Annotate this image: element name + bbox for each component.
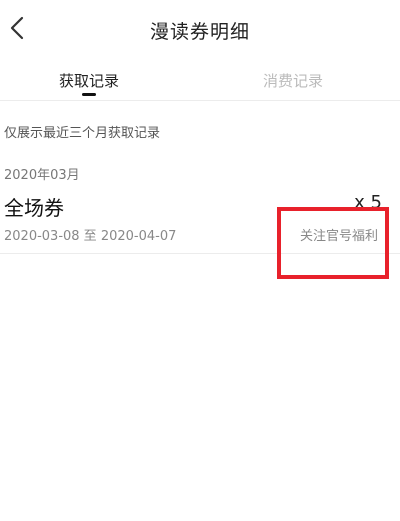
coupon-validity-dates: 2020-03-08 至 2020-04-07 [4, 229, 177, 244]
coupon-name: 全场券 [4, 196, 64, 220]
page-title: 漫读券明细 [149, 21, 250, 43]
tab-bar: 获取记录 消费记录 [0, 62, 400, 100]
tab-consume-records[interactable]: 消费记录 [228, 70, 358, 91]
tab-divider [0, 100, 400, 101]
highlight-box [277, 207, 389, 279]
coupon-detail-screen: 漫读券明细 获取记录 消费记录 仅展示最近三个月获取记录 2020年03月 全场… [0, 0, 400, 521]
header: 漫读券明细 [0, 0, 400, 62]
active-tab-indicator [82, 93, 96, 96]
month-header: 2020年03月 [4, 168, 80, 183]
notice-text: 仅展示最近三个月获取记录 [4, 126, 161, 141]
tab-acquire-records[interactable]: 获取记录 [24, 70, 154, 91]
